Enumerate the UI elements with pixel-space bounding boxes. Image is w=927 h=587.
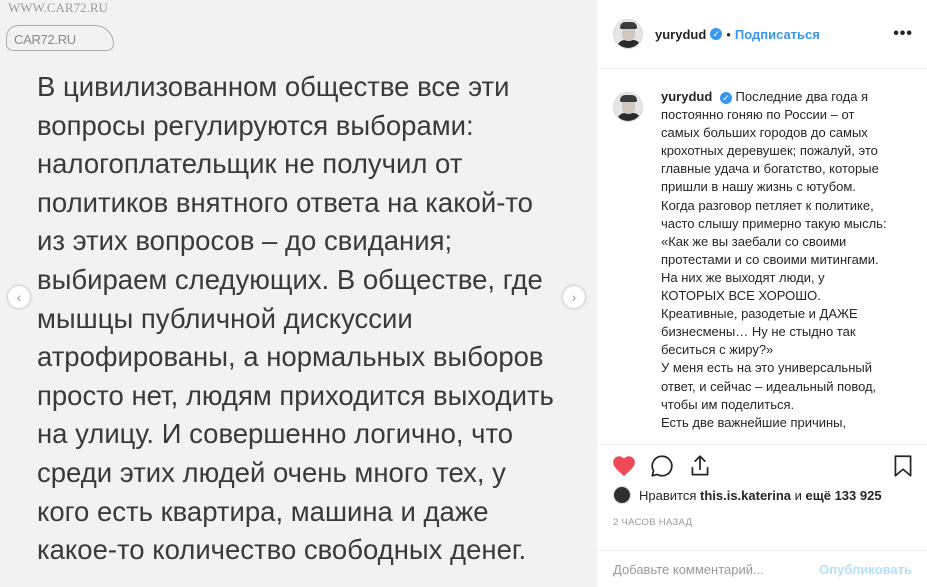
likes-prefix: Нравится [639, 487, 700, 503]
avatar[interactable] [613, 19, 643, 49]
verified-badge-icon: ✓ [719, 92, 732, 105]
comments-area[interactable]: yurydud ✓ Последние два года я постоянно… [597, 88, 927, 436]
likes-text: Нравится this.is.katerina и ещё 133 925 [639, 488, 882, 503]
bookmark-icon [894, 455, 912, 477]
likes-middle: и [791, 487, 806, 503]
likes-count[interactable]: ещё 133 925 [806, 488, 882, 503]
chevron-right-icon: › [571, 289, 577, 305]
share-icon [691, 455, 709, 476]
share-button[interactable] [687, 453, 713, 479]
post-timestamp[interactable]: 2 ЧАСОВ НАЗАД [613, 517, 692, 528]
post-image-text: В цивилизованном обществе все эти вопрос… [37, 71, 554, 566]
comment-input[interactable] [613, 561, 820, 577]
verified-badge-icon: ✓ [710, 28, 723, 40]
chevron-left-icon: ‹ [16, 289, 22, 305]
caption-row: yurydud ✓ Последние два года я постоянно… [597, 88, 927, 432]
post-details-panel: yurydud ✓ • Подписаться ••• yurydud ✓ По… [596, 0, 927, 587]
heart-filled-icon [613, 456, 635, 477]
caption-username[interactable]: yurydud [661, 89, 712, 104]
post-header: yurydud ✓ • Подписаться ••• [597, 0, 927, 69]
watermark-url: WWW.CAR72.RU [8, 0, 108, 15]
caption-text: Последние два года я постоянно гоняю по … [661, 89, 887, 430]
comment-button[interactable] [649, 453, 675, 479]
more-options-button[interactable]: ••• [893, 25, 913, 43]
post-image: WWW.CAR72.RU CAR72.RU В цивилизованном о… [0, 0, 596, 587]
prev-slide-button[interactable]: ‹ [8, 286, 30, 308]
like-button[interactable] [611, 453, 637, 479]
publish-button[interactable]: Опубликовать [819, 562, 912, 577]
caption-avatar[interactable] [613, 92, 643, 122]
watermark-logo: CAR72.RU [14, 32, 76, 47]
save-button[interactable] [890, 453, 916, 479]
liker-username[interactable]: this.is.katerina [700, 488, 791, 503]
caption: yurydud ✓ Последние два года я постоянно… [661, 88, 891, 432]
comment-icon [651, 455, 673, 477]
next-slide-button[interactable]: › [563, 286, 585, 308]
liker-avatar[interactable] [613, 486, 631, 504]
likes-row: Нравится this.is.katerina и ещё 133 925 [613, 486, 882, 504]
follow-button[interactable]: Подписаться [735, 27, 820, 42]
header-username[interactable]: yurydud [655, 27, 706, 42]
comment-box: Опубликовать [597, 550, 927, 587]
action-bar [597, 444, 927, 484]
header-separator: • [726, 26, 731, 42]
